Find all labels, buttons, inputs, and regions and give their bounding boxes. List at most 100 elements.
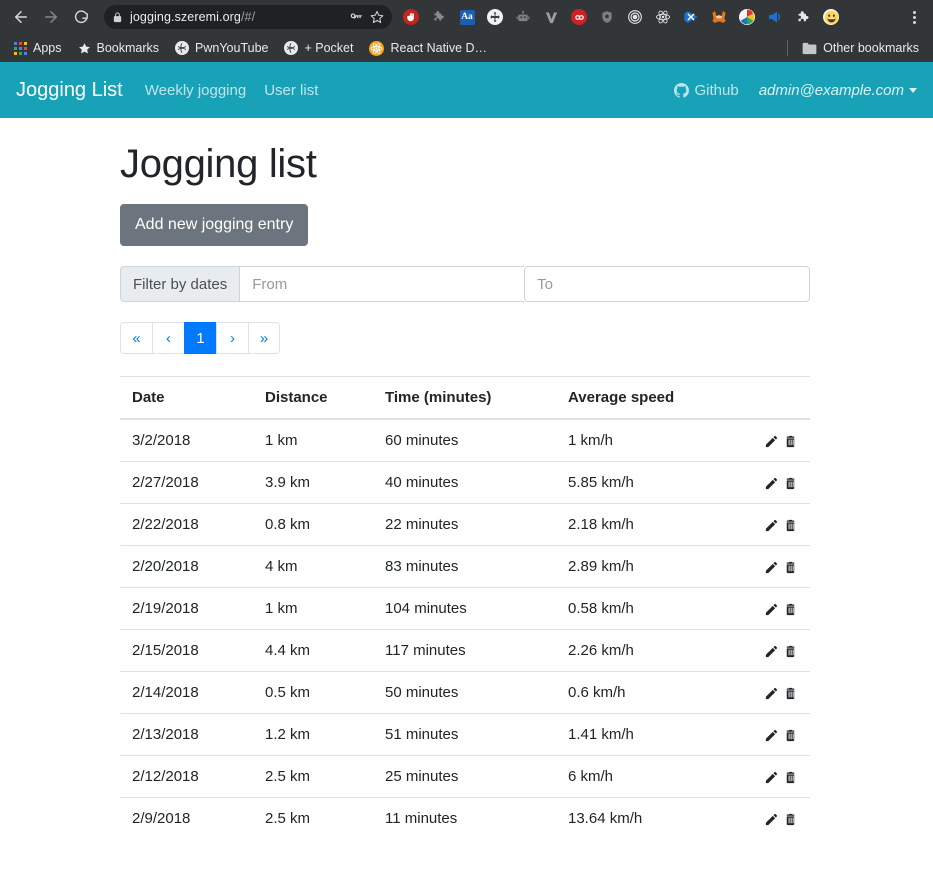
- pagination-last[interactable]: »: [248, 322, 280, 354]
- cell-date: 2/14/2018: [120, 671, 253, 714]
- key-icon[interactable]: [349, 10, 363, 24]
- delete-icon[interactable]: [783, 434, 798, 449]
- forward-button[interactable]: [36, 2, 66, 32]
- filter-from-input[interactable]: [239, 266, 525, 302]
- edit-icon[interactable]: [764, 434, 779, 449]
- apps-grid-icon: [14, 41, 27, 55]
- bookmark-item-bookmarks[interactable]: Bookmarks: [70, 38, 168, 58]
- aa-label: Aa: [459, 9, 475, 25]
- github-label: Github: [694, 81, 739, 99]
- pagination-prev[interactable]: ‹: [152, 322, 184, 354]
- edit-icon[interactable]: [764, 602, 779, 617]
- compass-move-icon[interactable]: [482, 4, 508, 30]
- delete-icon[interactable]: [783, 476, 798, 491]
- cell-average-speed: 5.85 km/h: [556, 461, 736, 504]
- ublock-origin-icon[interactable]: [398, 4, 424, 30]
- bookmark-item-pwnyoutube[interactable]: PwnYouTube: [167, 38, 276, 58]
- user-dropdown[interactable]: admin@example.com: [759, 82, 917, 99]
- emoji-smile-icon[interactable]: [818, 4, 844, 30]
- table-row: 2/14/2018 0.5 km 50 minutes 0.6 km/h: [120, 671, 810, 714]
- cell-time: 22 minutes: [373, 503, 556, 546]
- add-new-jogging-entry-button[interactable]: Add new jogging entry: [120, 204, 309, 246]
- bookmarks-bar: Apps Bookmarks PwnYouTube + Pocket React…: [0, 34, 933, 62]
- cell-time: 117 minutes: [373, 629, 556, 672]
- back-button[interactable]: [6, 2, 36, 32]
- delete-icon[interactable]: [783, 812, 798, 827]
- vimium-v-icon[interactable]: [538, 4, 564, 30]
- cell-actions: [736, 545, 810, 588]
- delete-icon[interactable]: [783, 644, 798, 659]
- column-header-time[interactable]: Time (minutes): [373, 376, 556, 420]
- font-size-aa-icon[interactable]: Aa: [454, 4, 480, 30]
- react-devtools-icon[interactable]: [650, 4, 676, 30]
- reload-button[interactable]: [66, 2, 96, 32]
- cell-actions: [736, 713, 810, 756]
- bookmark-label: Apps: [33, 41, 62, 55]
- delete-icon[interactable]: [783, 602, 798, 617]
- blue-x-icon[interactable]: [678, 4, 704, 30]
- delete-icon[interactable]: [783, 728, 798, 743]
- edit-icon[interactable]: [764, 518, 779, 533]
- cell-distance: 4.4 km: [253, 629, 373, 672]
- pagination: «‹ 1 ›»: [120, 322, 810, 354]
- cell-time: 11 minutes: [373, 797, 556, 839]
- github-link[interactable]: Github: [673, 81, 739, 99]
- star-icon: [78, 42, 91, 55]
- edit-icon[interactable]: [764, 560, 779, 575]
- three-dot-menu-icon[interactable]: [901, 2, 927, 32]
- delete-icon[interactable]: [783, 686, 798, 701]
- bookmark-item-pocket[interactable]: + Pocket: [276, 38, 361, 58]
- bookmark-item-react-native-docs[interactable]: React Native D…: [361, 38, 495, 59]
- nav-link-user-list[interactable]: User list: [264, 82, 318, 99]
- column-header-date[interactable]: Date: [120, 376, 253, 420]
- table-row: 2/12/2018 2.5 km 25 minutes 6 km/h: [120, 755, 810, 798]
- bookmark-label: React Native D…: [390, 41, 488, 55]
- cell-date: 2/9/2018: [120, 797, 253, 839]
- puzzle-extensions-icon[interactable]: [790, 4, 816, 30]
- bookmark-item-apps[interactable]: Apps: [6, 38, 70, 58]
- edit-icon[interactable]: [764, 476, 779, 491]
- delete-icon[interactable]: [783, 560, 798, 575]
- cell-time: 40 minutes: [373, 461, 556, 504]
- address-bar[interactable]: jogging.szeremi.org/#/: [104, 5, 392, 29]
- navbar-right: Github admin@example.com: [673, 81, 917, 99]
- column-header-distance[interactable]: Distance: [253, 376, 373, 420]
- cell-actions: [736, 755, 810, 798]
- nav-link-weekly-jogging[interactable]: Weekly jogging: [145, 82, 246, 99]
- table-row: 3/2/2018 1 km 60 minutes 1 km/h: [120, 419, 810, 462]
- other-bookmarks-folder[interactable]: Other bookmarks: [794, 38, 927, 58]
- delete-icon[interactable]: [783, 518, 798, 533]
- cell-average-speed: 2.89 km/h: [556, 545, 736, 588]
- megaphone-icon[interactable]: [762, 4, 788, 30]
- edit-icon[interactable]: [764, 728, 779, 743]
- color-wheel-icon[interactable]: [734, 4, 760, 30]
- pagination-first[interactable]: «: [120, 322, 152, 354]
- puzzle-gray-icon[interactable]: [426, 4, 452, 30]
- edit-icon[interactable]: [764, 686, 779, 701]
- cell-average-speed: 13.64 km/h: [556, 797, 736, 839]
- bullseye-target-icon[interactable]: [622, 4, 648, 30]
- edit-icon[interactable]: [764, 812, 779, 827]
- cell-date: 2/13/2018: [120, 713, 253, 756]
- cell-average-speed: 6 km/h: [556, 755, 736, 798]
- bug-shield-icon[interactable]: [594, 4, 620, 30]
- column-header-average-speed[interactable]: Average speed: [556, 376, 736, 420]
- cell-time: 50 minutes: [373, 671, 556, 714]
- app-brand[interactable]: Jogging List: [16, 79, 123, 102]
- cell-distance: 3.9 km: [253, 461, 373, 504]
- edit-icon[interactable]: [764, 770, 779, 785]
- pagination-page-1[interactable]: 1: [184, 322, 216, 354]
- metamask-fox-icon[interactable]: [706, 4, 732, 30]
- robot-icon[interactable]: [510, 4, 536, 30]
- cell-date: 3/2/2018: [132, 432, 191, 449]
- star-icon[interactable]: [370, 10, 384, 24]
- edit-icon[interactable]: [764, 644, 779, 659]
- react-icon: [369, 40, 385, 56]
- pagination-next[interactable]: ›: [216, 322, 248, 354]
- delete-icon[interactable]: [783, 770, 798, 785]
- chevron-down-icon: [909, 87, 917, 93]
- honey-icon[interactable]: [566, 4, 592, 30]
- cell-time: 25 minutes: [373, 755, 556, 798]
- filter-to-input[interactable]: [524, 266, 810, 302]
- cell-time: 83 minutes: [373, 545, 556, 588]
